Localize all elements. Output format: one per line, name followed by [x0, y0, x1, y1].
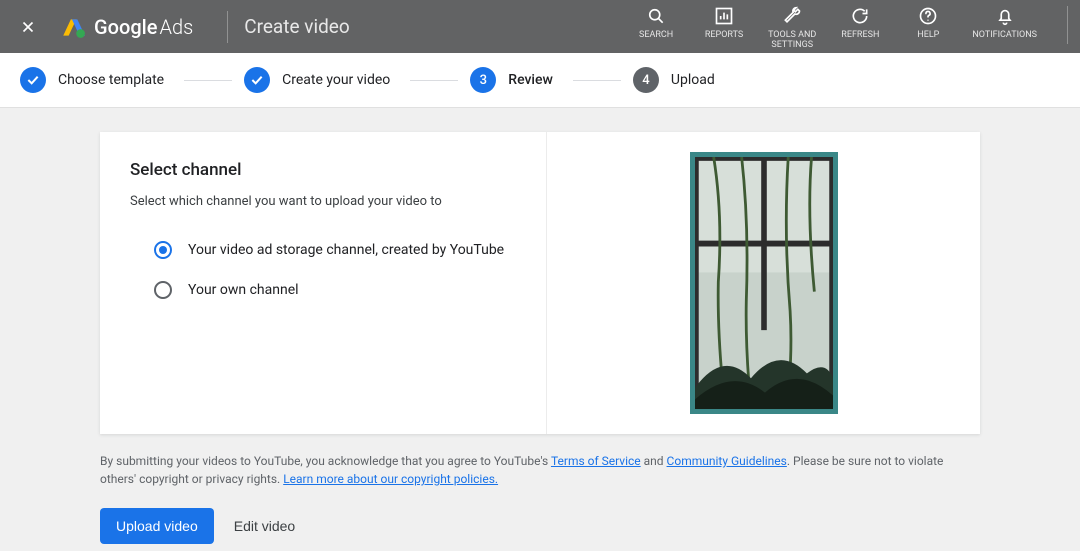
brand-text: GoogleAds	[94, 15, 193, 39]
edit-video-button[interactable]: Edit video	[234, 518, 295, 534]
google-ads-logo: GoogleAds	[60, 14, 193, 40]
radio-empty-icon	[154, 281, 172, 299]
radio-label: Your video ad storage channel, created b…	[188, 242, 504, 258]
checkmark-icon	[244, 67, 270, 93]
channel-options-panel: Select channel Select which channel you …	[100, 132, 547, 434]
link-terms-of-service[interactable]: Terms of Service	[551, 454, 641, 468]
header-divider	[227, 11, 228, 43]
select-channel-card: Select channel Select which channel you …	[100, 132, 980, 434]
link-community-guidelines[interactable]: Community Guidelines	[667, 454, 787, 468]
tools-action[interactable]: TOOLS AND SETTINGS	[768, 6, 816, 51]
step-number: 4	[633, 67, 659, 93]
step-connector	[573, 80, 621, 81]
panel-title: Select channel	[130, 160, 516, 180]
notifications-action[interactable]: NOTIFICATIONS	[972, 6, 1037, 41]
help-icon	[918, 6, 938, 29]
bell-icon	[995, 6, 1015, 29]
step-upload[interactable]: 4 Upload	[633, 67, 715, 93]
panel-subtitle: Select which channel you want to upload …	[130, 194, 516, 209]
step-number: 3	[470, 67, 496, 93]
search-action[interactable]: SEARCH	[632, 6, 680, 41]
step-review[interactable]: 3 Review	[470, 67, 553, 93]
help-action[interactable]: HELP	[904, 6, 952, 41]
search-icon	[646, 6, 666, 29]
step-choose-template[interactable]: Choose template	[20, 67, 164, 93]
step-connector	[184, 80, 232, 81]
close-icon	[19, 18, 37, 36]
reports-action[interactable]: REPORTS	[700, 6, 748, 41]
main-area: Select channel Select which channel you …	[0, 108, 1080, 551]
radio-label: Your own channel	[188, 282, 299, 298]
video-preview-panel	[547, 132, 980, 434]
stepper: Choose template Create your video 3 Revi…	[0, 53, 1080, 108]
step-connector	[410, 80, 458, 81]
radio-storage-channel[interactable]: Your video ad storage channel, created b…	[130, 233, 516, 273]
step-create-video[interactable]: Create your video	[244, 67, 390, 93]
footer-actions: Upload video Edit video	[100, 508, 980, 544]
disclaimer-text: By submitting your videos to YouTube, yo…	[100, 452, 980, 488]
reports-icon	[714, 6, 734, 29]
link-copyright-policies[interactable]: Learn more about our copyright policies.	[283, 472, 498, 486]
refresh-action[interactable]: REFRESH	[836, 6, 884, 41]
refresh-icon	[850, 6, 870, 29]
topbar-actions: SEARCH REPORTS TOOLS AND SETTINGS REFRES…	[632, 0, 1068, 53]
upload-video-button[interactable]: Upload video	[100, 508, 214, 544]
radio-selected-icon	[154, 241, 172, 259]
top-header: GoogleAds Create video SEARCH REPORTS TO…	[0, 0, 1080, 53]
close-button[interactable]	[16, 15, 40, 39]
page-title: Create video	[244, 15, 350, 38]
ads-logo-icon	[60, 14, 86, 40]
wrench-icon	[782, 6, 802, 29]
video-thumbnail[interactable]	[690, 152, 838, 414]
radio-own-channel[interactable]: Your own channel	[130, 273, 516, 313]
header-divider-right	[1067, 6, 1068, 44]
checkmark-icon	[20, 67, 46, 93]
